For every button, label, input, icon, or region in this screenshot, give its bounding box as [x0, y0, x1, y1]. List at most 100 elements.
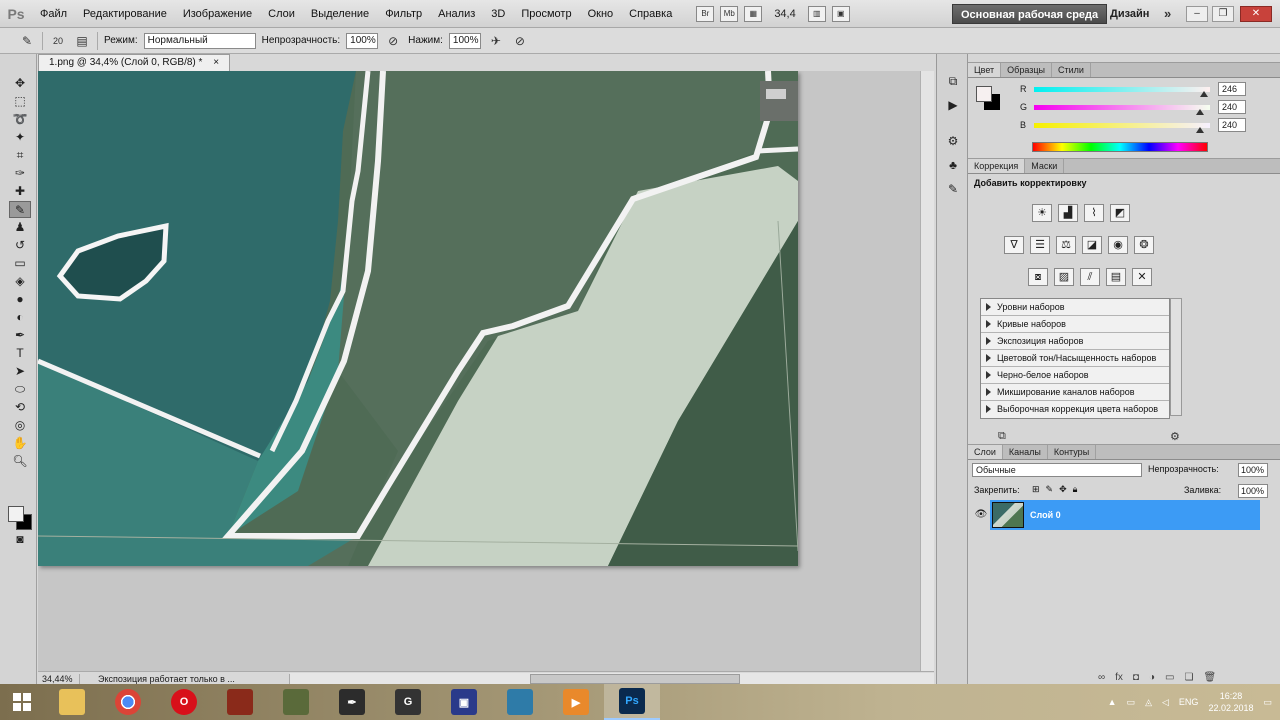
new-layer-icon[interactable]: ❏ [1184, 672, 1193, 683]
mode-select[interactable]: Нормальный [143, 32, 256, 49]
expand-triangle-icon[interactable] [986, 303, 991, 311]
menu-analysis[interactable]: Анализ [430, 0, 483, 28]
actions-panel-icon[interactable]: ▶ [943, 96, 963, 114]
list-item[interactable]: Экспозиция наборов [981, 333, 1169, 350]
foreground-color-swatch[interactable] [8, 506, 24, 522]
language-indicator[interactable]: ENG [1179, 697, 1199, 707]
taskbar-photoshop[interactable]: Ps [604, 684, 660, 720]
tray-up-arrow-icon[interactable]: ▲ [1108, 697, 1117, 707]
clock[interactable]: 16:28 22.02.2018 [1208, 690, 1253, 714]
layer-opacity-field[interactable]: 100% [1238, 463, 1268, 477]
list-item[interactable]: Выборочная коррекция цвета наборов [981, 401, 1169, 418]
paint-bucket-tool-icon[interactable]: ◈ [9, 273, 31, 290]
channel-r-slider[interactable] [1034, 86, 1210, 97]
opacity-field[interactable]: 100% [346, 32, 379, 49]
fill-field[interactable]: 100% [1238, 484, 1268, 498]
photo-filter-icon[interactable]: ◉ [1108, 236, 1128, 254]
crop-tool-icon[interactable]: ⌗ [9, 147, 31, 164]
slider-handle[interactable] [1195, 126, 1204, 133]
eraser-tool-icon[interactable]: ▭ [9, 255, 31, 272]
airbrush-icon[interactable]: ✈ [487, 32, 505, 50]
horizontal-scroll-thumb[interactable] [530, 673, 740, 684]
expand-triangle-icon[interactable] [986, 337, 991, 345]
channel-mixer-icon[interactable]: ❂ [1134, 236, 1154, 254]
taskbar-save[interactable]: ▣ [436, 684, 492, 720]
expand-triangle-icon[interactable] [986, 405, 991, 413]
expand-triangle-icon[interactable] [986, 320, 991, 328]
horizontal-scrollbar[interactable] [290, 672, 934, 685]
brush-size-picker[interactable]: 20 [49, 32, 67, 50]
volume-icon[interactable]: ◁ [1162, 697, 1169, 708]
menu-image[interactable]: Изображение [175, 0, 260, 28]
eyedropper-tool-icon[interactable]: ✑ [9, 165, 31, 182]
color-foreground-swatch[interactable] [976, 86, 992, 102]
color-balance-icon[interactable]: ⚖ [1056, 236, 1076, 254]
menu-view[interactable]: Просмотр [513, 0, 579, 28]
new-group-icon[interactable]: ▭ [1165, 672, 1174, 683]
taskbar-game1[interactable] [212, 684, 268, 720]
tab-adjustments[interactable]: Коррекция [968, 159, 1026, 173]
minimize-button[interactable]: – [1186, 6, 1208, 22]
marquee-tool-icon[interactable]: ⬚ [9, 93, 31, 110]
network-icon[interactable]: ◬ [1145, 697, 1152, 708]
history-brush-tool-icon[interactable]: ↺ [9, 237, 31, 254]
menu-edit[interactable]: Редактирование [75, 0, 175, 28]
workspace-design-button[interactable]: Дизайн [1110, 0, 1149, 28]
slider-handle[interactable] [1195, 108, 1204, 115]
quick-select-tool-icon[interactable]: ✦ [9, 129, 31, 146]
clone-stamp-tool-icon[interactable]: ♟ [9, 219, 31, 236]
expand-triangle-icon[interactable] [986, 354, 991, 362]
satellite-image[interactable] [38, 71, 798, 566]
screen-mode-icon[interactable]: ▣ [831, 5, 850, 22]
visibility-eye-icon[interactable]: 👁︎ [972, 500, 990, 530]
bridge-icon[interactable]: Br [696, 5, 715, 22]
taskbar-inkscape[interactable]: ✒ [324, 684, 380, 720]
clone-source-icon[interactable]: ♣ [943, 156, 963, 174]
menu-help[interactable]: Справка [621, 0, 680, 28]
gradient-map-icon[interactable]: ▤ [1106, 268, 1126, 286]
list-item[interactable]: Микширование каналов наборов [981, 384, 1169, 401]
list-item[interactable]: Кривые наборов [981, 316, 1169, 333]
taskbar-gimp[interactable]: G [380, 684, 436, 720]
arrange-documents-icon[interactable]: ▥ [807, 5, 826, 22]
black-white-icon[interactable]: ◪ [1082, 236, 1102, 254]
brush-preset-icon[interactable]: ✎ [18, 32, 36, 50]
flow-field[interactable]: 100% [448, 32, 481, 49]
adjustment-layer-icon[interactable]: ⧉ [998, 430, 1006, 443]
brushes-panel-icon[interactable]: ✎ [943, 180, 963, 198]
brush-presets-icon[interactable]: ⚙ [943, 132, 963, 150]
add-mask-icon[interactable]: ◘ [1133, 672, 1139, 683]
list-item[interactable]: Уровни наборов [981, 299, 1169, 316]
selective-color-icon[interactable]: ✕ [1132, 268, 1152, 286]
taskbar-explorer[interactable] [44, 684, 100, 720]
link-layers-icon[interactable]: ∞ [1098, 672, 1105, 683]
status-zoom[interactable]: 34,44% [38, 673, 80, 684]
taskbar-folder[interactable] [492, 684, 548, 720]
document-tab[interactable]: 1.png @ 34,4% (Слой 0, RGB/8) * × [38, 54, 231, 71]
move-tool-icon[interactable]: ✥ [9, 75, 31, 92]
presets-scrollbar[interactable] [1170, 298, 1182, 416]
vertical-scrollbar[interactable] [920, 71, 934, 671]
hand-tool-icon[interactable]: ✋ [9, 435, 31, 452]
menu-file[interactable]: Файл [32, 0, 75, 28]
taskbar-media[interactable]: ▶ [548, 684, 604, 720]
pen-tool-icon[interactable]: ✒ [9, 327, 31, 344]
maximize-button[interactable]: ❐ [1212, 6, 1234, 22]
channel-g-slider[interactable] [1034, 104, 1210, 115]
3d-rotate-tool-icon[interactable]: ⟲ [9, 399, 31, 416]
taskbar-opera[interactable]: O [156, 684, 212, 720]
menu-layers[interactable]: Слои [260, 0, 303, 28]
pressure-size-icon[interactable]: ⊘ [511, 32, 529, 50]
tab-paths[interactable]: Контуры [1048, 445, 1097, 459]
dodge-tool-icon[interactable]: ◐ [9, 309, 31, 326]
zoom-tool-icon[interactable]: 🔍︎ [9, 453, 31, 470]
extras-icon[interactable]: ▦ [744, 5, 763, 22]
channel-b-value[interactable]: 240 [1218, 118, 1246, 132]
layer-selected[interactable]: Слой 0 [990, 500, 1260, 530]
expand-triangle-icon[interactable] [986, 371, 991, 379]
menu-3d[interactable]: 3D [483, 0, 513, 28]
menu-select[interactable]: Выделение [303, 0, 377, 28]
status-info[interactable]: Экспозиция работает только в ... [80, 673, 290, 684]
close-button[interactable]: ✕ [1240, 6, 1272, 22]
mini-bridge-icon[interactable]: Mb [720, 5, 739, 22]
